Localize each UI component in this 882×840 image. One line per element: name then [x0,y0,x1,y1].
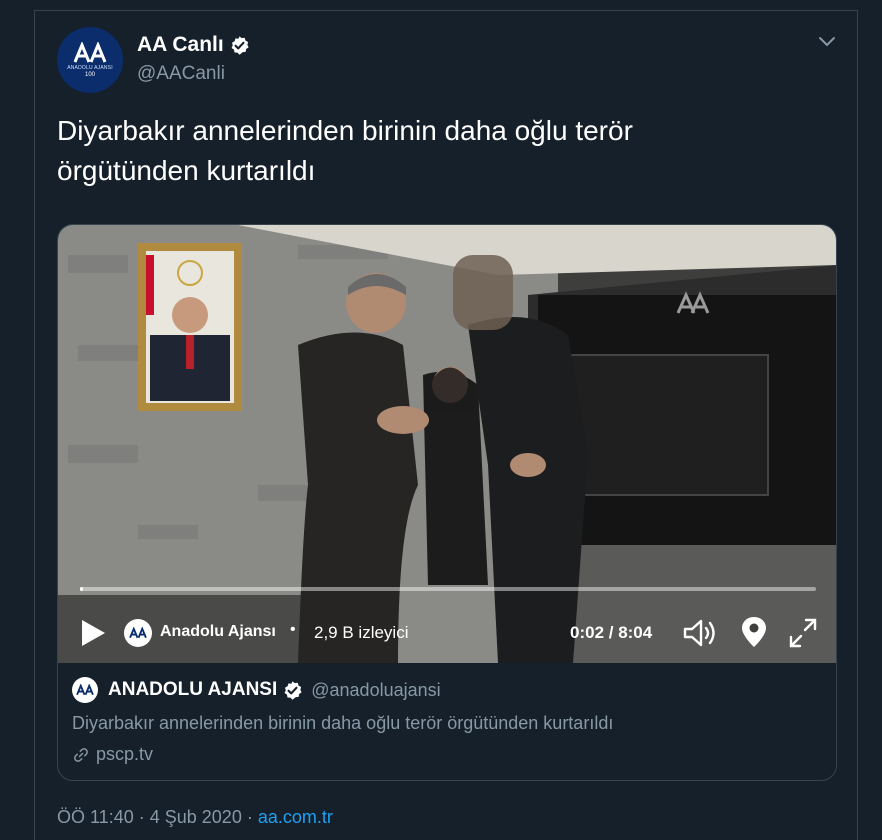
aa-logo-icon [73,42,107,63]
footer-separator: · [138,807,145,827]
aa-logo-icon [129,627,147,639]
video-controls: Anadolu Ajansı • 2,9 B izleyici 0:02 / 8… [58,605,836,661]
tweet-text: Diyarbakır annelerinden birinin daha oğl… [57,115,633,186]
video-frame [58,225,836,663]
tweet-footer: ÖÖ 11:40 · 4 Şub 2020 · aa.com.tr [57,807,333,828]
media-card[interactable]: Anadolu Ajansı • 2,9 B izleyici 0:02 / 8… [57,224,837,781]
card-link[interactable]: pscp.tv [72,744,824,765]
verified-badge-icon [284,680,302,700]
video-progress-fill [80,587,83,591]
video-player[interactable]: Anadolu Ajansı • 2,9 B izleyici 0:02 / 8… [58,225,836,663]
source-logo [124,619,152,647]
fullscreen-icon[interactable] [788,617,818,649]
video-source-name[interactable]: Anadolu Ajansı [160,623,276,641]
separator-dot: • [290,621,296,638]
card-author-handle: @anadoluajansi [311,679,441,700]
tweet: ANADOLU AJANSI 100 AA Canlı @AACanli Diy… [34,10,858,840]
video-time: 0:02 / 8:04 [570,623,653,642]
avatar-brand: ANADOLU AJANSI [67,65,113,71]
link-icon [74,747,88,762]
avatar-year: 100 [84,72,95,78]
aa-logo-icon [76,684,94,696]
card-link-text: pscp.tv [96,744,154,764]
viewer-count: 2,9 B izleyici [314,623,409,642]
author-handle[interactable]: @AACanli [137,63,225,85]
tweet-source[interactable]: aa.com.tr [258,807,333,827]
footer-separator: · [246,807,253,827]
tweet-time[interactable]: ÖÖ 11:40 [57,807,134,827]
video-progress-bar[interactable] [80,587,816,591]
author-name-row: AA Canlı [137,33,250,57]
card-author-name: ANADOLU AJANSI [108,679,278,700]
card-meta[interactable]: ANADOLU AJANSI @anadoluajansi Diyarbakır… [58,663,836,780]
tweet-date[interactable]: 4 Şub 2020 [150,807,242,827]
card-description: Diyarbakır annelerinden birinin daha oğl… [72,713,614,733]
location-pin-icon[interactable] [740,615,768,649]
play-icon[interactable] [78,617,108,649]
card-avatar [72,677,98,703]
verified-badge-icon [231,35,249,55]
volume-icon[interactable] [682,617,718,649]
card-author-row: ANADOLU AJANSI @anadoluajansi [72,677,824,703]
avatar[interactable]: ANADOLU AJANSI 100 [57,27,123,93]
display-name[interactable]: AA Canlı [137,33,224,57]
chevron-down-icon[interactable] [817,31,837,51]
